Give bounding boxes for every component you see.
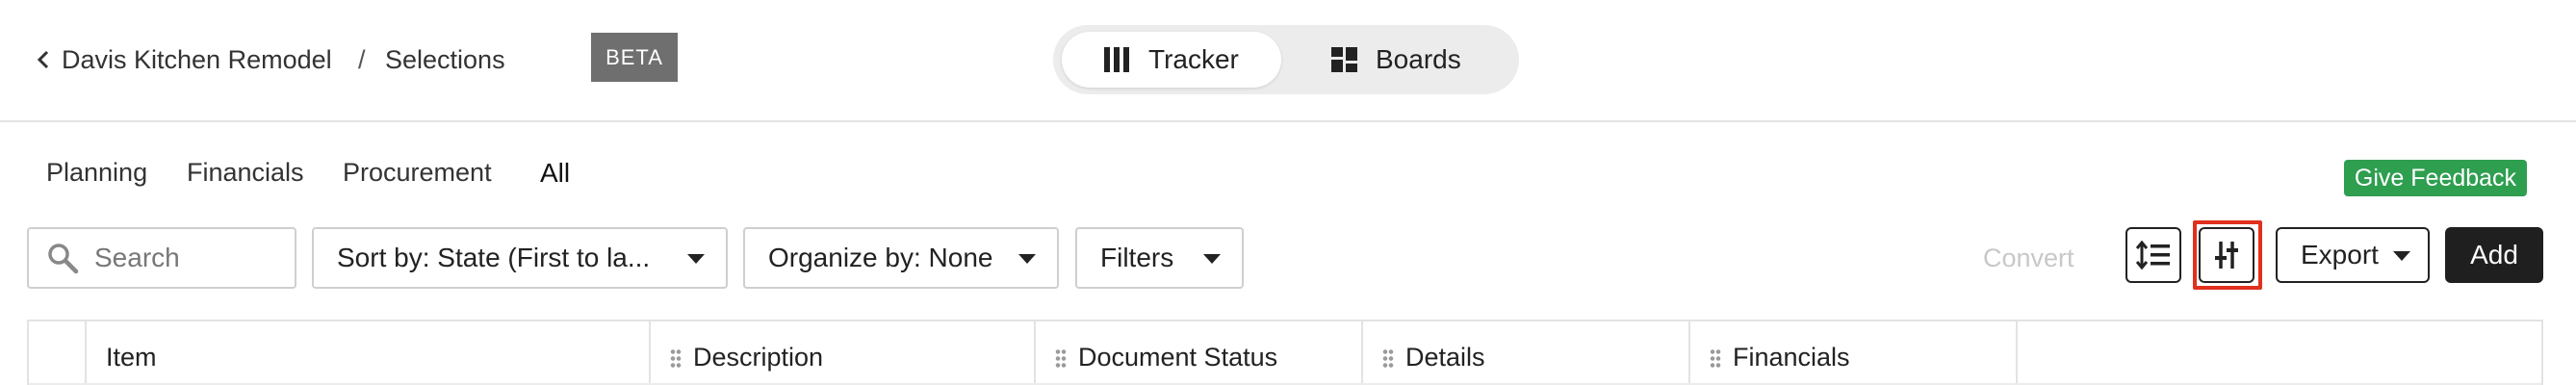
tab-procurement[interactable]: Procurement <box>343 158 492 188</box>
chevron-down-icon <box>687 254 705 264</box>
column-divider <box>2016 321 2018 385</box>
tracker-view-button[interactable]: Tracker <box>1062 32 1281 88</box>
column-divider[interactable] <box>649 321 651 385</box>
chevron-down-icon <box>1018 254 1036 264</box>
give-feedback-button[interactable]: Give Feedback <box>2344 160 2527 196</box>
tab-planning[interactable]: Planning <box>46 158 147 188</box>
drag-handle-icon[interactable] <box>1710 347 1721 368</box>
sort-dropdown[interactable]: Sort by: State (First to la... <box>312 227 728 289</box>
search-input[interactable]: Search <box>27 227 296 289</box>
tab-financials[interactable]: Financials <box>187 158 304 188</box>
add-button[interactable]: Add <box>2445 227 2543 283</box>
chevron-down-icon <box>1203 254 1221 264</box>
chevron-down-icon <box>2393 251 2410 261</box>
boards-view-button[interactable]: Boards <box>1289 32 1510 88</box>
column-settings-icon <box>2215 242 2238 269</box>
top-bar: Davis Kitchen Remodel / Selections BETA … <box>0 0 2576 122</box>
search-icon <box>48 244 79 274</box>
view-switcher: Tracker Boards <box>1053 25 1519 94</box>
breadcrumb-page: Selections <box>385 44 505 74</box>
selections-table: Item Description Document Status Details… <box>27 320 2543 385</box>
tracker-label: Tracker <box>1148 44 1239 74</box>
column-header-financials[interactable]: Financials <box>1710 343 1850 372</box>
organize-dropdown[interactable]: Organize by: None <box>743 227 1059 289</box>
boards-grid-icon <box>1331 47 1357 72</box>
drag-handle-icon[interactable] <box>670 347 682 368</box>
column-header-label: Details <box>1405 343 1485 372</box>
drag-handle-icon[interactable] <box>1055 347 1067 368</box>
export-label: Export <box>2301 240 2379 270</box>
column-divider[interactable] <box>1361 321 1363 385</box>
column-divider <box>85 321 87 385</box>
column-header-details[interactable]: Details <box>1382 343 1485 372</box>
search-placeholder: Search <box>94 243 180 272</box>
chevron-left-icon[interactable] <box>33 48 56 71</box>
column-header-item[interactable]: Item <box>106 343 157 372</box>
column-header-description[interactable]: Description <box>670 343 823 372</box>
organize-label: Organize by: None <box>768 243 993 272</box>
beta-badge: BETA <box>591 33 678 82</box>
tracker-columns-icon <box>1104 47 1129 72</box>
column-settings-button[interactable] <box>2199 227 2254 283</box>
row-density-icon <box>2136 241 2170 270</box>
filters-label: Filters <box>1100 243 1174 272</box>
boards-label: Boards <box>1376 44 1461 74</box>
export-dropdown[interactable]: Export <box>2276 227 2430 283</box>
column-header-label: Description <box>693 343 824 372</box>
column-divider[interactable] <box>1034 321 1036 385</box>
column-header-document-status[interactable]: Document Status <box>1055 343 1277 372</box>
column-header-label: Financials <box>1733 343 1850 372</box>
convert-button[interactable]: Convert <box>1983 244 2074 273</box>
breadcrumb-separator: / <box>358 44 366 74</box>
row-density-button[interactable] <box>2125 227 2181 283</box>
breadcrumb-project[interactable]: Davis Kitchen Remodel <box>62 40 332 79</box>
column-header-label: Item <box>106 343 157 372</box>
column-header-label: Document Status <box>1078 343 1278 372</box>
filters-dropdown[interactable]: Filters <box>1075 227 1244 289</box>
column-divider[interactable] <box>1688 321 1690 385</box>
drag-handle-icon[interactable] <box>1382 347 1394 368</box>
sort-label: Sort by: State (First to la... <box>337 243 651 272</box>
tab-all[interactable]: All <box>540 158 570 189</box>
